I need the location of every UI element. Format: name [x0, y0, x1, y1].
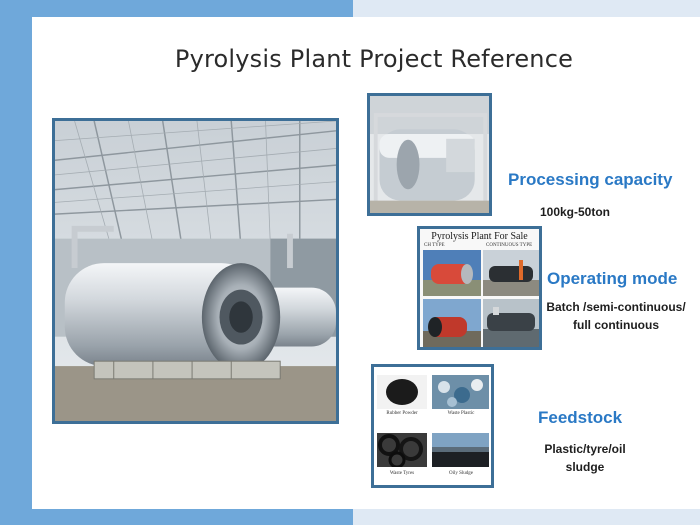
waste-tyres-photo — [377, 433, 427, 467]
collage-tile-continuous-2 — [483, 299, 539, 347]
waste-plastic-photo — [432, 375, 489, 409]
caption-waste-tyres: Waste Tyres — [389, 471, 415, 476]
oily-sludge-photo — [432, 433, 489, 467]
collage-tile-batch — [423, 250, 481, 296]
feedstock-collage: Rubber Powder Waste Plastic Waste Tyres … — [371, 364, 494, 488]
page-title: Pyrolysis Plant Project Reference — [174, 45, 574, 73]
rubber-powder-photo — [377, 375, 427, 409]
main-plant-photo — [52, 118, 339, 424]
collage-tile-batch-2 — [423, 299, 481, 347]
feature-capacity-text: 100kg-50ton — [539, 205, 611, 219]
caption-rubber-powder: Rubber Powder — [386, 411, 418, 416]
capacity-photo — [367, 93, 492, 216]
collage-tile-continuous — [483, 250, 539, 296]
caption-waste-plastic: Waste Plastic — [447, 411, 475, 416]
feature-feedstock-text-2: sludge — [565, 460, 605, 474]
feature-mode-heading: Operating mode — [547, 269, 678, 288]
collage-left-tag: CH TYPE — [424, 243, 445, 248]
feature-capacity-heading: Processing capacity — [508, 170, 673, 189]
caption-oily-sludge: Oily Sludge — [448, 471, 474, 476]
feature-feedstock-text-1: Plastic/tyre/oil — [544, 442, 626, 456]
feature-mode-text-2: full continuous — [573, 318, 659, 332]
feature-feedstock-heading: Feedstock — [538, 408, 623, 427]
collage-right-tag: CONTINUOUS TYPE — [486, 243, 533, 248]
feature-mode-text-1: Batch /semi-continuous/ — [546, 300, 686, 314]
operating-mode-collage: Pyrolysis Plant For Sale CH TYPE CONTINU… — [417, 226, 542, 350]
collage-title: Pyrolysis Plant For Sale — [431, 231, 528, 242]
